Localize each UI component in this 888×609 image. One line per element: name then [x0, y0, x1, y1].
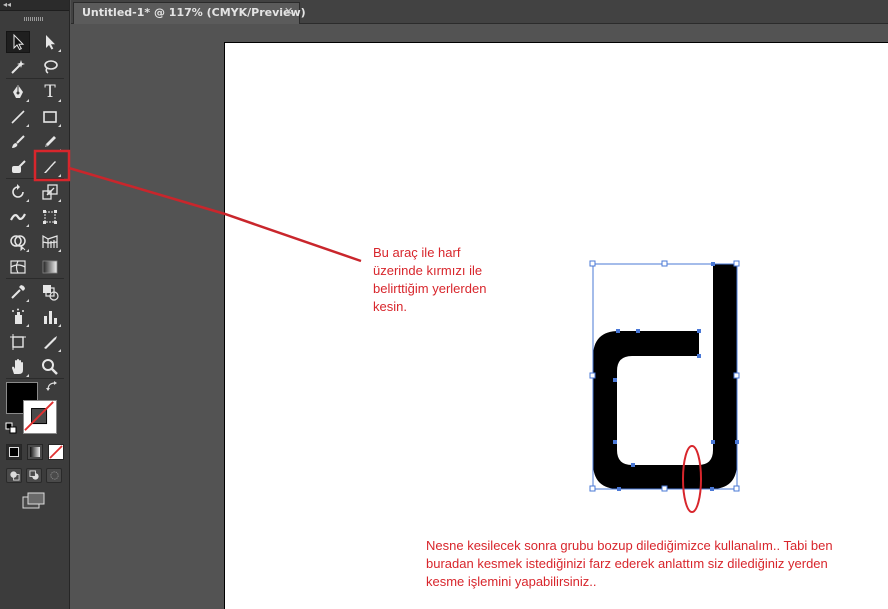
gradient-tool[interactable]	[38, 256, 62, 278]
draw-normal-icon	[9, 471, 20, 481]
magic-wand-tool[interactable]	[6, 56, 30, 78]
none-mode-button[interactable]	[48, 444, 64, 460]
draw-inside-button[interactable]	[46, 468, 62, 483]
tool-divider	[6, 78, 64, 79]
direct-selection-tool[interactable]	[38, 31, 62, 53]
tools-panel: ◂◂ T	[0, 0, 70, 609]
tool-divider	[6, 178, 64, 179]
width-tool[interactable]	[6, 206, 30, 228]
panel-header[interactable]: ◂◂	[0, 0, 69, 11]
no-stroke-icon	[24, 401, 54, 431]
type-icon: T	[44, 82, 56, 102]
draw-behind-button[interactable]	[26, 468, 42, 483]
default-fill-stroke-icon[interactable]	[5, 422, 17, 434]
knife-tool[interactable]	[38, 156, 62, 178]
rectangle-tool[interactable]	[38, 106, 62, 128]
panel-grip[interactable]	[24, 17, 44, 21]
draw-inside-icon	[49, 471, 59, 480]
column-graph-tool[interactable]	[38, 306, 62, 328]
artboard[interactable]	[224, 42, 888, 609]
eyedropper-tool[interactable]	[6, 281, 30, 303]
symbol-sprayer-tool[interactable]	[6, 306, 30, 328]
pencil-tool[interactable]	[38, 131, 62, 153]
tool-instruction-note: Bu araç ile harf üzerinde kırmızı ile be…	[373, 245, 487, 314]
stroke-color-swatch[interactable]	[23, 400, 57, 434]
gradient-swatch-icon	[30, 447, 40, 457]
gradient-mode-button[interactable]	[27, 444, 43, 460]
close-icon[interactable]: ✕	[284, 5, 293, 18]
tool-divider	[6, 378, 64, 379]
scale-tool[interactable]	[38, 181, 62, 203]
color-mode-button[interactable]	[6, 444, 22, 460]
collapse-panel-icon[interactable]: ◂◂	[3, 0, 11, 10]
change-screen-mode-button[interactable]	[22, 492, 46, 510]
free-transform-tool[interactable]	[38, 206, 62, 228]
paintbrush-tool[interactable]	[6, 131, 30, 153]
slice-tool[interactable]	[38, 331, 62, 353]
line-segment-tool[interactable]	[6, 106, 30, 128]
document-tab[interactable]: Untitled-1* @ 117% (CMYK/Preview) ✕	[73, 2, 306, 24]
tool-divider	[6, 278, 64, 279]
document-tab-title: Untitled-1* @ 117% (CMYK/Preview)	[82, 6, 306, 19]
mesh-tool[interactable]	[6, 256, 30, 278]
rotate-tool[interactable]	[6, 181, 30, 203]
blob-brush-tool[interactable]	[6, 156, 30, 178]
document-tab-bar: Untitled-1* @ 117% (CMYK/Preview) ✕	[71, 0, 888, 24]
none-color-icon	[49, 445, 63, 459]
zoom-tool[interactable]	[38, 356, 62, 378]
lasso-tool[interactable]	[38, 56, 62, 78]
pen-tool[interactable]	[6, 81, 30, 103]
swap-fill-stroke-icon[interactable]	[46, 380, 58, 392]
perspective-grid-tool[interactable]	[38, 231, 62, 253]
draw-normal-button[interactable]	[6, 468, 22, 483]
screen-mode-icon	[22, 492, 45, 509]
cut-instruction-note: Nesne kesilecek sonra grubu bozup diledi…	[426, 538, 833, 589]
type-tool[interactable]: T	[38, 81, 62, 103]
selection-tool[interactable]	[6, 31, 30, 53]
draw-behind-icon	[28, 470, 39, 480]
shape-builder-tool[interactable]	[6, 231, 30, 253]
artboard-tool[interactable]	[6, 331, 30, 353]
blend-tool[interactable]	[38, 281, 62, 303]
solid-color-icon	[9, 447, 19, 457]
hand-tool[interactable]	[6, 356, 30, 378]
